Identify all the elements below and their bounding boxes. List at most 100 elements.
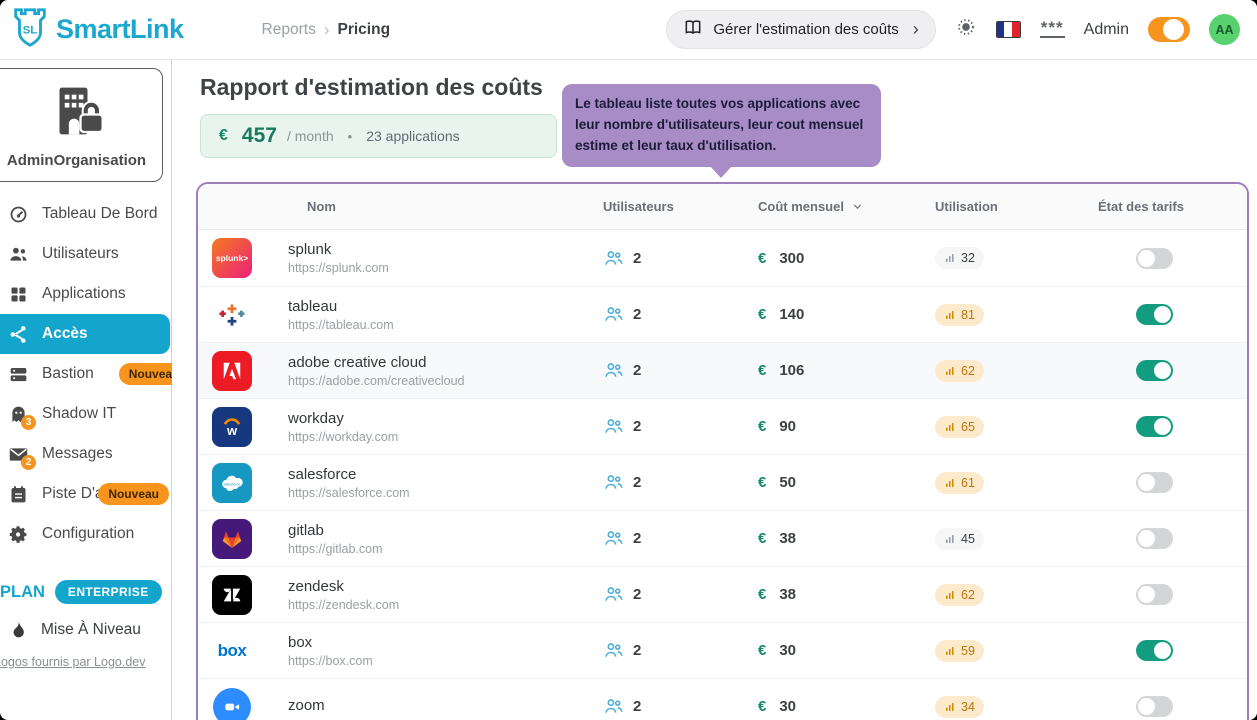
table-row: tableau https://tableau.com 2 € 140 xyxy=(198,286,1247,342)
users-count: 2 xyxy=(633,250,641,267)
utilization-value: 32 xyxy=(961,251,975,265)
admin-toggle[interactable] xyxy=(1148,17,1190,42)
bar-chart-icon xyxy=(944,701,956,713)
manage-costs-button[interactable]: Gérer l'estimation des coûts › xyxy=(666,10,935,49)
pricing-toggle[interactable] xyxy=(1136,472,1173,493)
users-icon xyxy=(603,304,624,325)
brand-logo[interactable]: SL SmartLink xyxy=(10,6,184,53)
sidebar-item-shadow-it[interactable]: 3 Shadow IT xyxy=(0,394,171,434)
dashboard-icon xyxy=(8,204,29,225)
utilization-badge: 32 xyxy=(935,247,984,269)
euro-icon: € xyxy=(758,586,766,603)
table-row: w workday https://workday.com 2 € 90 xyxy=(198,398,1247,454)
column-header-nom[interactable]: Nom xyxy=(288,199,603,214)
users-count: 2 xyxy=(633,586,641,603)
gitlab-logo xyxy=(212,519,252,559)
ghost-icon: 3 xyxy=(8,404,29,425)
sidebar-item-piste-d-audit[interactable]: Piste D'audit Nouveau xyxy=(0,474,171,514)
utilization-value: 61 xyxy=(961,476,975,490)
applications-count: 23 applications xyxy=(366,128,459,144)
bar-chart-icon xyxy=(944,589,956,601)
app-window: SL SmartLink Reports › Pricing Gérer l'e… xyxy=(0,0,1257,720)
breadcrumb-current: Pricing xyxy=(338,21,391,39)
utilization-value: 62 xyxy=(961,588,975,602)
gear-icon xyxy=(8,524,29,545)
column-header-etat-des-tarifs[interactable]: État des tarifs xyxy=(1098,199,1247,214)
sidebar-item-tableau-de-bord[interactable]: Tableau De Bord xyxy=(0,194,171,234)
euro-icon: € xyxy=(758,474,766,491)
bar-chart-icon xyxy=(944,645,956,657)
sidebar-item-configuration[interactable]: Configuration xyxy=(0,514,171,554)
pricing-toggle[interactable] xyxy=(1136,248,1173,269)
box-logo: box xyxy=(212,631,252,671)
utilization-badge: 45 xyxy=(935,528,984,550)
bar-chart-icon xyxy=(944,309,956,321)
salesforce-logo: salesforce xyxy=(212,463,252,503)
app-name: workday xyxy=(288,410,603,427)
app-url: https://splunk.com xyxy=(288,261,603,275)
column-header-utilisateurs[interactable]: Utilisateurs xyxy=(603,199,758,214)
app-name: zoom xyxy=(288,697,603,714)
table-row: salesforce salesforce https://salesforce… xyxy=(198,454,1247,510)
zendesk-logo xyxy=(212,575,252,615)
svg-text:SL: SL xyxy=(23,25,38,37)
table-header-row: Nom Utilisateurs Coût mensuel Utilisatio… xyxy=(198,184,1247,230)
utilization-value: 34 xyxy=(961,700,975,714)
bar-chart-icon xyxy=(944,252,956,264)
server-icon xyxy=(8,364,29,385)
logo-credit-link[interactable]: Logos fournis par Logo.dev xyxy=(0,655,146,669)
app-name: salesforce xyxy=(288,466,603,483)
users-count: 2 xyxy=(633,474,641,491)
utilization-badge: 81 xyxy=(935,304,984,326)
sidebar-item-acc-s[interactable]: Accès xyxy=(0,314,170,354)
app-url: https://zendesk.com xyxy=(288,598,603,612)
book-icon xyxy=(683,18,703,42)
users-count: 2 xyxy=(633,642,641,659)
sidebar-item-bastion[interactable]: Bastion Nouveau xyxy=(0,354,171,394)
organisation-card[interactable]: AdminOrganisation xyxy=(0,68,163,182)
admin-label: Admin xyxy=(1084,21,1129,39)
pricing-toggle[interactable] xyxy=(1136,360,1173,381)
euro-icon: € xyxy=(758,362,766,379)
users-icon xyxy=(603,640,624,661)
pricing-toggle[interactable] xyxy=(1136,640,1173,661)
users-icon xyxy=(603,696,624,717)
sidebar-item-applications[interactable]: Applications xyxy=(0,274,171,314)
utilization-badge: 62 xyxy=(935,360,984,382)
app-url: https://adobe.com/creativecloud xyxy=(288,374,603,388)
workday-logo: w xyxy=(212,407,252,447)
table-row: adobe creative cloud https://adobe.com/c… xyxy=(198,342,1247,398)
pricing-toggle[interactable] xyxy=(1136,528,1173,549)
sidebar-item-messages[interactable]: 2 Messages xyxy=(0,434,171,474)
breadcrumb-parent[interactable]: Reports xyxy=(262,21,316,39)
pricing-toggle[interactable] xyxy=(1136,416,1173,437)
utilization-value: 81 xyxy=(961,308,975,322)
utilization-badge: 65 xyxy=(935,416,984,438)
users-icon xyxy=(603,360,624,381)
column-header-cout-mensuel[interactable]: Coût mensuel xyxy=(758,199,935,214)
pricing-toggle[interactable] xyxy=(1136,304,1173,325)
organisation-name: AdminOrganisation xyxy=(0,152,156,169)
monthly-cost: 90 xyxy=(779,418,796,435)
breadcrumb: Reports › Pricing xyxy=(262,20,391,40)
plan-enterprise-badge: ENTERPRISE xyxy=(55,580,162,604)
monthly-cost: 38 xyxy=(779,586,796,603)
table-body: splunk> splunk https://splunk.com 2 € 30… xyxy=(198,230,1247,720)
euro-icon: € xyxy=(758,306,766,323)
utilization-value: 62 xyxy=(961,364,975,378)
bar-chart-icon xyxy=(944,365,956,377)
sidebar-item-upgrade[interactable]: Mise À Niveau xyxy=(0,620,171,639)
tooltip-text: Le tableau liste toutes vos applications… xyxy=(575,96,863,153)
users-count: 2 xyxy=(633,698,641,715)
sidebar-item-utilisateurs[interactable]: Utilisateurs xyxy=(0,234,171,274)
table-row: zoom 2 € 30 xyxy=(198,678,1247,720)
pricing-toggle[interactable] xyxy=(1136,696,1173,717)
utilization-value: 59 xyxy=(961,644,975,658)
avatar[interactable]: AA xyxy=(1209,14,1240,45)
sun-icon[interactable] xyxy=(955,16,977,43)
breadcrumb-separator-icon: › xyxy=(324,20,330,40)
french-flag-icon[interactable] xyxy=(996,21,1021,38)
dots-menu-icon[interactable]: *** xyxy=(1040,22,1065,38)
column-header-utilisation[interactable]: Utilisation xyxy=(935,199,1098,214)
pricing-toggle[interactable] xyxy=(1136,584,1173,605)
